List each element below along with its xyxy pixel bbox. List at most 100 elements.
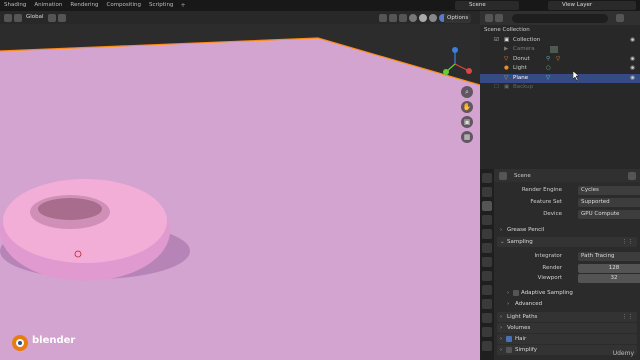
tab-scripting[interactable]: Scripting [145,0,177,11]
panel-title: Adaptive Sampling [521,290,573,296]
advanced-panel[interactable]: › Advanced [497,299,637,309]
outliner-row-camera[interactable]: ▶ Camera [480,45,640,55]
orientation-dropdown[interactable]: Global [23,13,47,22]
material-shading-icon[interactable] [429,13,437,22]
data-tab-icon[interactable] [482,327,492,337]
view-layer-tab-icon[interactable] [482,215,492,225]
eye-icon[interactable]: ◉ [630,64,635,74]
material-tab-icon[interactable] [482,341,492,351]
viewport-scene [0,11,480,360]
device-label: Device [543,211,562,217]
feature-set-dropdown[interactable]: Supported [578,198,640,207]
zoom-icon[interactable]: ⌕ [461,86,473,98]
tab-rendering[interactable]: Rendering [66,0,102,11]
drag-handle-icon[interactable]: ⋮⋮ [622,237,633,247]
drag-handle-icon[interactable]: ⋮⋮ [622,312,633,322]
checkbox[interactable] [513,290,519,296]
visibility-icon[interactable] [379,13,387,22]
udemy-watermark: Udemy [612,350,634,357]
perspective-toggle-icon[interactable]: ▦ [461,131,473,143]
render-engine-label: Render Engine [521,187,562,193]
checkbox[interactable] [506,347,512,353]
editor-type-icon[interactable] [4,13,12,22]
tab-shading[interactable]: Shading [0,0,30,11]
outliner-row-backup[interactable]: ☐ ▣ Backup [480,83,640,93]
tab-animation[interactable]: Animation [30,0,66,11]
add-workspace-button[interactable]: + [177,2,188,9]
outliner-row-donut[interactable]: ▽ Donut ⚲ ▽ ◉ [480,55,640,65]
tool-tab-icon[interactable] [482,173,492,183]
display-mode-icon[interactable] [495,14,503,22]
light-paths-panel[interactable]: › Light Paths ⋮⋮ [497,312,637,322]
modifier-tab-icon[interactable] [482,271,492,281]
world-tab-icon[interactable] [482,243,492,253]
eye-icon[interactable]: ◉ [630,36,635,46]
wireframe-shading-icon[interactable] [409,13,417,22]
tab-compositing[interactable]: Compositing [102,0,144,11]
device-dropdown[interactable]: GPU Compute [578,210,640,219]
outliner-row-scene-collection[interactable]: Scene Collection [480,26,640,36]
scene-tab-icon[interactable] [482,229,492,239]
pin-icon[interactable] [628,171,636,180]
scene-name: Scene [469,2,486,8]
row-label: Camera [513,46,535,52]
view-layer-selector[interactable]: View Layer [548,1,636,10]
row-label: Collection [513,36,541,43]
outliner-panel: Scene Collection ☑ ▣ Collection ◉ ▶ Came… [480,11,640,169]
physics-tab-icon[interactable] [482,299,492,309]
integrator-dropdown[interactable]: Path Tracing [578,252,640,261]
volumes-panel[interactable]: › Volumes [497,323,637,333]
eye-icon[interactable]: ◉ [630,55,635,65]
view-layer-name: View Layer [562,2,593,8]
snap-icon[interactable] [47,13,56,22]
grease-pencil-panel[interactable]: › Grease Pencil [497,225,637,235]
render-tab-icon[interactable] [482,187,492,197]
checkbox-icon[interactable]: ☑ [494,36,499,46]
overlay-icon[interactable] [399,13,407,22]
row-label: Backup [513,84,534,90]
output-tab-icon[interactable] [482,201,492,211]
mesh-object-icon: ▽ [504,74,509,81]
viewport-samples-label: Viewport [537,275,562,281]
chevron-right-icon: › [500,314,503,320]
outliner-row-collection[interactable]: ☑ ▣ Collection ◉ [480,36,640,46]
eye-icon[interactable]: ◉ [630,74,635,84]
blender-logo-text: blender [32,335,76,346]
pan-icon[interactable]: ✋ [461,101,473,113]
outliner-search-input[interactable] [512,13,608,23]
collection-icon: ▣ [504,36,510,43]
scene-selector[interactable]: Scene [455,1,519,10]
outliner-editor-icon[interactable] [485,14,493,22]
navigation-gizmo[interactable] [437,44,477,84]
panel-title: Volumes [507,325,531,331]
properties-editor-icon[interactable] [499,171,507,180]
particles-tab-icon[interactable] [482,285,492,295]
outliner-row-plane[interactable]: ▽ Plane ▽ ◉ [480,73,640,84]
gizmo-icon[interactable] [389,13,397,22]
filter-icon[interactable] [616,14,624,22]
panel-title: Hair [515,336,527,342]
3d-viewport[interactable]: Global Options ⌕ ✋ ▣ ▦ blender [0,11,480,360]
outliner-row-light[interactable]: ● Light ○ ◉ [480,64,640,74]
checkbox-checked[interactable] [506,336,512,342]
blender-logo-icon [12,335,28,351]
constraints-tab-icon[interactable] [482,313,492,323]
sampling-panel[interactable]: ⌄ Sampling ⋮⋮ [497,237,637,247]
object-tab-icon[interactable] [482,257,492,267]
render-engine-dropdown[interactable]: Cycles [578,186,640,195]
row-label: Scene Collection [484,27,530,33]
camera-view-icon[interactable]: ▣ [461,116,473,128]
adaptive-sampling-panel[interactable]: › Adaptive Sampling [497,288,637,298]
viewport-samples-field[interactable]: 32 [578,274,640,283]
blender-logo: blender [10,331,90,355]
transform-pivot-icon[interactable] [14,13,22,22]
camera-data-icon [550,46,558,53]
chevron-down-icon: ⌄ [500,239,505,245]
proportional-edit-icon[interactable] [57,13,66,22]
panel-title: Advanced [515,301,543,307]
solid-shading-icon[interactable] [419,13,427,22]
options-button[interactable]: Options [444,14,472,23]
checkbox-icon[interactable]: ☐ [494,83,499,93]
hair-panel[interactable]: › Hair [497,334,637,344]
render-samples-field[interactable]: 128 [578,264,640,273]
